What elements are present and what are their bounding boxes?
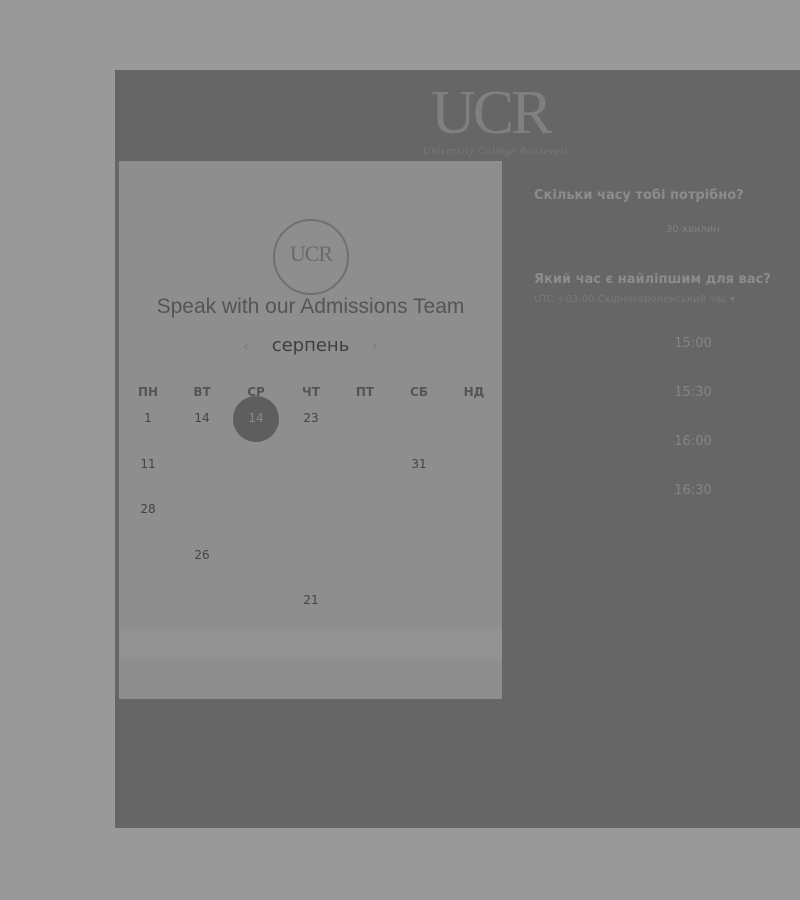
calendar-day <box>450 397 498 439</box>
calendar-overflow-row <box>119 629 502 659</box>
calendar-day <box>178 443 226 485</box>
calendar-day[interactable]: 21 <box>287 579 335 621</box>
calendar-day[interactable]: 31 <box>395 443 443 485</box>
month-label: серпень <box>271 335 350 356</box>
time-question: Який час є найліпшим для вас? <box>534 272 771 287</box>
time-slot[interactable]: 16:00 <box>653 434 733 449</box>
day-number: 21 <box>303 593 319 607</box>
time-slot[interactable]: 15:00 <box>653 336 733 351</box>
calendar-card: UCR Speak with our Admissions Team ‹ сер… <box>119 161 502 699</box>
prev-month-icon[interactable]: ‹ <box>225 339 267 355</box>
day-number: 28 <box>140 502 156 516</box>
calendar-day <box>341 488 389 530</box>
day-number: 14 <box>194 411 210 425</box>
circle-logo-text: UCR <box>289 241 333 266</box>
day-number: 11 <box>140 457 156 471</box>
calendar-day[interactable]: 26 <box>178 534 226 576</box>
calendar-day <box>341 534 389 576</box>
ucr-logo-subtitle: University College Roosevelt <box>423 146 568 157</box>
calendar-day <box>450 534 498 576</box>
calendar-day <box>395 579 443 621</box>
duration-option[interactable]: 30 хвилин <box>666 224 720 235</box>
day-number: 26 <box>194 548 210 562</box>
calendar-day <box>178 579 226 621</box>
calendar-day <box>232 579 280 621</box>
calendar-day <box>232 534 280 576</box>
calendar-day[interactable]: 28 <box>124 488 172 530</box>
calendar-day <box>341 579 389 621</box>
calendar-day <box>395 397 443 439</box>
month-navigation: ‹ серпень › <box>119 335 502 356</box>
selected-day[interactable]: 14 <box>232 396 280 442</box>
timezone-select[interactable]: UTC +03:00 Східноєвропейський час ▾ <box>534 294 800 305</box>
ucr-logo: UCR University College Roosevelt <box>415 79 595 157</box>
calendar-day <box>450 443 498 485</box>
calendar-day <box>232 488 280 530</box>
next-month-icon[interactable]: › <box>354 339 396 355</box>
calendar-day <box>450 488 498 530</box>
duration-question: Скільки часу тобі потрібно? <box>534 188 744 203</box>
calendar-day[interactable]: 1 <box>124 397 172 439</box>
calendar-day <box>341 443 389 485</box>
day-number: 23 <box>303 411 319 425</box>
calendar-day[interactable]: 14 <box>178 397 226 439</box>
card-title: Speak with our Admissions Team <box>156 295 465 318</box>
calendar-day <box>178 488 226 530</box>
ucr-circle-logo: UCR <box>273 219 349 295</box>
calendar-day <box>287 488 335 530</box>
calendar-day <box>287 443 335 485</box>
calendar-day <box>341 397 389 439</box>
calendar-day <box>124 534 172 576</box>
time-slot[interactable]: 15:30 <box>653 385 733 400</box>
day-number: 1 <box>144 411 152 425</box>
calendar-day <box>395 488 443 530</box>
calendar-day <box>395 534 443 576</box>
time-slot[interactable]: 16:30 <box>653 483 733 498</box>
ucr-logo-text: UCR <box>431 79 552 147</box>
calendar-day <box>232 443 280 485</box>
calendar-day <box>124 579 172 621</box>
day-number: 31 <box>411 457 427 471</box>
calendar-day[interactable]: 23 <box>287 397 335 439</box>
calendar-day <box>450 579 498 621</box>
calendar-day <box>287 534 335 576</box>
calendar-day[interactable]: 11 <box>124 443 172 485</box>
day-number: 14 <box>248 411 264 425</box>
